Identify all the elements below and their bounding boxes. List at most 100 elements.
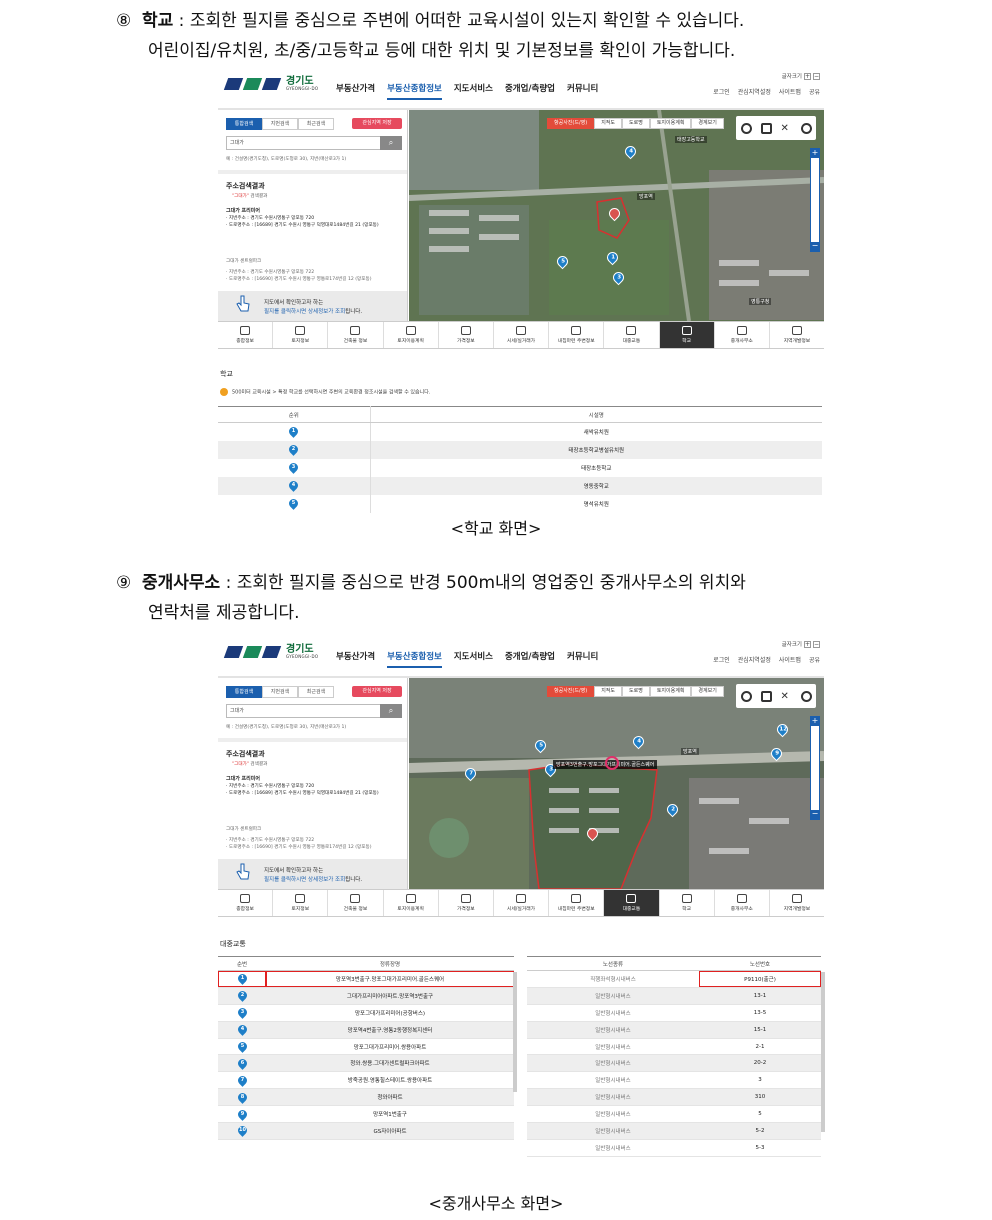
stop-name[interactable]: 망포역3번출구.망포그대가프리미어.골든스퀘어	[266, 970, 514, 988]
route-number[interactable]: 15-1	[699, 1021, 821, 1039]
zoom-out-icon[interactable]: −	[811, 810, 819, 819]
cat-land[interactable]: 토지정보	[273, 890, 329, 916]
tab-jibun-search[interactable]: 지번검색	[262, 118, 298, 130]
stop-name[interactable]: 청와.쌍용.그대가센트럴파크아파트	[266, 1054, 514, 1073]
table-row[interactable]: 3 태장초등학교	[218, 458, 822, 477]
zoom-control[interactable]: + −	[810, 716, 820, 820]
layer-cadastral[interactable]: 지적도	[594, 686, 622, 697]
nav-map-service[interactable]: 지도서비스	[454, 650, 493, 668]
aerial-map[interactable]: 항공사진(드/영) 지적도 도로명 토지이용계획 경계보기 ✕ + − 5 4 7…	[409, 678, 824, 889]
nav-community[interactable]: 커뮤니티	[567, 82, 598, 100]
cat-transit[interactable]: 대중교통	[604, 322, 660, 348]
nav-price[interactable]: 부동산가격	[336, 82, 375, 100]
table-row[interactable]: 일반형시내버스 5-2	[527, 1122, 821, 1140]
table-row[interactable]: 일반형시내버스 5	[527, 1105, 821, 1124]
cat-transit[interactable]: 대중교통	[604, 890, 660, 916]
table-row[interactable]: 9 망포역1번출구	[218, 1105, 514, 1124]
layer-boundary[interactable]: 경계보기	[691, 118, 724, 129]
search-input[interactable]: 그대가 ⌕	[226, 704, 402, 718]
table-row[interactable]: 5 망포그대가프리미어.쌍용아파트	[218, 1038, 514, 1056]
table-row[interactable]: 4 영동중학교	[218, 476, 822, 495]
layer-land-use[interactable]: 토지이용계획	[649, 118, 692, 129]
cat-land-use[interactable]: 토지이용계획	[384, 322, 439, 348]
marker-icon[interactable]	[800, 690, 812, 702]
zoom-in-icon[interactable]: +	[811, 149, 819, 158]
cat-building[interactable]: 건축물 정보	[328, 322, 384, 348]
gyeonggi-logo[interactable]: 경기도 GYEONGGI-DO	[223, 76, 318, 92]
school-name[interactable]: 태장초등학교병설유치원	[369, 440, 822, 459]
util-interest[interactable]: 관심지역설정	[738, 655, 771, 664]
tools-icon[interactable]: ✕	[781, 691, 792, 702]
table-row[interactable]: 3 망포그대가프리미어(공항버스)	[218, 1004, 514, 1022]
route-number[interactable]: 13-5	[699, 1004, 821, 1022]
locate-icon[interactable]	[740, 690, 752, 702]
stop-name[interactable]: 망포그대가프리미어(공항버스)	[266, 1004, 514, 1022]
layer-aerial[interactable]: 항공사진(드/영)	[547, 118, 595, 129]
cat-trade[interactable]: 시세/실거래가	[494, 322, 550, 348]
aerial-map[interactable]: 항공사진(드/영) 지적도 도로명 토지이용계획 경계보기 ✕ + − 4 5 1…	[409, 110, 824, 321]
zoom-out-icon[interactable]: −	[811, 242, 819, 251]
save-interest-button[interactable]: 관심지역 저장	[352, 118, 402, 129]
stop-name[interactable]: 망포그대가프리미어.쌍용아파트	[266, 1038, 514, 1056]
result-item-2[interactable]: 그대가 센트럴파크 · 지번주소 : 경기도 수원시영통구 망포동 722 · …	[226, 258, 402, 283]
util-share[interactable]: 공유	[809, 87, 820, 96]
cat-broker[interactable]: 중개사무소	[715, 890, 770, 916]
table-row[interactable]: 일반형시내버스 310	[527, 1088, 821, 1107]
school-name[interactable]: 명석유치원	[369, 494, 822, 513]
tab-integrated-search[interactable]: 통합검색	[226, 118, 262, 130]
table-row[interactable]: 1 새싹유치원	[218, 422, 822, 441]
util-interest[interactable]: 관심지역설정	[738, 87, 771, 96]
table-row[interactable]: 일반형시내버스 20-2	[527, 1054, 821, 1073]
cat-development[interactable]: 지역개발정보	[770, 890, 824, 916]
table-row[interactable]: 일반형시내버스 13-5	[527, 1004, 821, 1022]
table-row[interactable]: 일반형시내버스 13-1	[527, 987, 821, 1005]
cat-building[interactable]: 건축물 정보	[328, 890, 384, 916]
tab-integrated-search[interactable]: 통합검색	[226, 686, 262, 698]
result-item-1[interactable]: 그대가 프리미어 · 지번주소 : 경기도 수원시영통구 망포동 720 · 도…	[226, 776, 402, 797]
cat-price[interactable]: 가격정보	[439, 322, 494, 348]
cat-land-use[interactable]: 토지이용계획	[384, 890, 439, 916]
route-number[interactable]: 5	[699, 1105, 821, 1124]
nav-community[interactable]: 커뮤니티	[567, 650, 598, 668]
table-row[interactable]: 8 청와아파트	[218, 1088, 514, 1107]
nav-price[interactable]: 부동산가격	[336, 650, 375, 668]
cat-general[interactable]: 종합정보	[218, 890, 274, 916]
table-row[interactable]: 4 망포역4번출구.영통2동행정복지센터	[218, 1021, 514, 1039]
stops-scrollbar[interactable]	[513, 972, 517, 1092]
stop-name[interactable]: 그대가프리미어아파트.망포역3번출구	[266, 987, 514, 1005]
cat-school[interactable]: 학교	[659, 322, 715, 348]
route-number[interactable]: P9110(출근)	[699, 970, 821, 988]
route-number[interactable]: 5-2	[699, 1122, 821, 1140]
cat-trade[interactable]: 시세/실거래가	[494, 890, 550, 916]
school-name[interactable]: 새싹유치원	[369, 422, 822, 441]
school-name[interactable]: 태장초등학교	[369, 458, 822, 477]
table-row[interactable]: 5 명석유치원	[218, 494, 822, 513]
gyeonggi-logo[interactable]: 경기도 GYEONGGI-DO	[223, 644, 318, 660]
table-row[interactable]: 2 태장초등학교병설유치원	[218, 440, 822, 459]
search-input[interactable]: 그대가 ⌕	[226, 136, 402, 150]
route-number[interactable]: 5-3	[699, 1139, 821, 1157]
cat-home-nearby[interactable]: 내집마련 주변정보	[549, 322, 605, 348]
route-number[interactable]: 20-2	[699, 1054, 821, 1073]
nav-brokerage[interactable]: 중개업/측량업	[505, 650, 555, 668]
nav-brokerage[interactable]: 중개업/측량업	[505, 82, 555, 100]
util-login[interactable]: 로그인	[713, 655, 730, 664]
tools-icon[interactable]: ✕	[781, 123, 792, 134]
result-item-2[interactable]: 그대가 센트럴파크 · 지번주소 : 경기도 수원시영통구 망포동 722 · …	[226, 826, 402, 851]
locate-icon[interactable]	[740, 122, 752, 134]
stop-name[interactable]: 망포역1번출구	[266, 1105, 514, 1124]
stop-name[interactable]: 방죽공원.영통힐스테이트.쌍용아파트	[266, 1071, 514, 1090]
tab-jibun-search[interactable]: 지번검색	[262, 686, 298, 698]
nav-map-service[interactable]: 지도서비스	[454, 82, 493, 100]
table-row[interactable]: 일반형시내버스 2-1	[527, 1038, 821, 1056]
util-login[interactable]: 로그인	[713, 87, 730, 96]
nav-realestate-info[interactable]: 부동산종합정보	[387, 650, 442, 668]
table-row[interactable]: 6 청와.쌍용.그대가센트럴파크아파트	[218, 1054, 514, 1073]
save-interest-button[interactable]: 관심지역 저장	[352, 686, 402, 697]
table-row[interactable]: 일반형시내버스 3	[527, 1071, 821, 1090]
layer-road[interactable]: 도로명	[622, 118, 650, 129]
search-icon[interactable]: ⌕	[380, 704, 402, 718]
stop-name[interactable]: 청와아파트	[266, 1088, 514, 1107]
school-name[interactable]: 영동중학교	[369, 476, 822, 495]
cat-school[interactable]: 학교	[660, 890, 715, 916]
